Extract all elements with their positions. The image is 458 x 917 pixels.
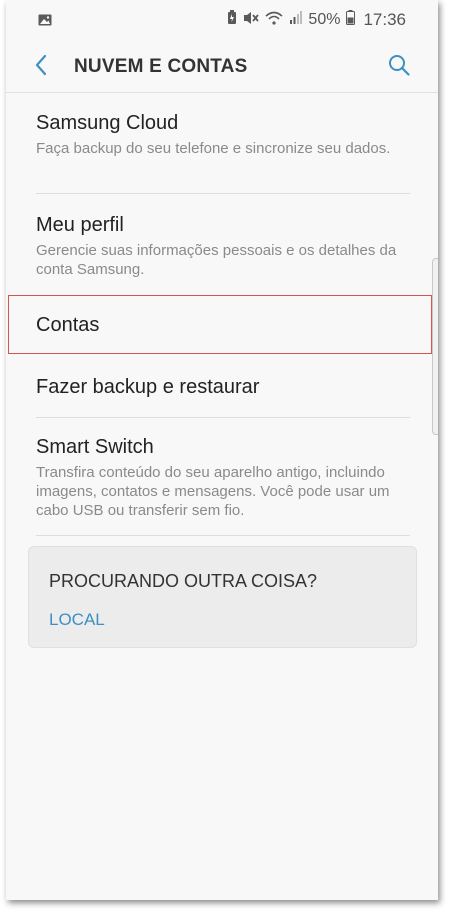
looking-for-something-card: PROCURANDO OUTRA COISA? LOCAL: [28, 546, 417, 648]
battery-percent: 50%: [308, 11, 341, 28]
item-subtitle: Gerencie suas informações pessoais e os …: [36, 242, 397, 278]
signal-icon: [289, 11, 303, 29]
list-item-smart-switch[interactable]: Smart Switch Transfira conteúdo do seu a…: [6, 418, 438, 536]
wifi-icon: [265, 11, 283, 30]
card-title: PROCURANDO OUTRA COISA?: [49, 571, 318, 591]
phone-screen: 50% 17:36 NUVEM E CONTAS Samsung Cloud F…: [6, 0, 438, 900]
gallery-notification-icon: [38, 13, 52, 31]
search-icon: [388, 54, 410, 81]
item-title: Meu perfil: [36, 214, 124, 236]
item-subtitle: Transfira conteúdo do seu aparelho antig…: [36, 464, 390, 519]
list-item-contas[interactable]: Contas: [6, 295, 438, 356]
list-item-meu-perfil[interactable]: Meu perfil Gerencie suas informações pes…: [6, 194, 438, 295]
status-bar: 50% 17:36: [6, 0, 438, 42]
item-title: Samsung Cloud: [36, 112, 179, 134]
back-button[interactable]: [24, 50, 58, 84]
clock: 17:36: [363, 10, 406, 29]
battery-saver-icon: [227, 10, 237, 30]
item-subtitle: Faça backup do seu telefone e sincronize…: [36, 140, 391, 157]
item-title: Fazer backup e restaurar: [36, 375, 260, 398]
back-arrow-icon: [34, 54, 48, 81]
mute-icon: [243, 11, 260, 30]
divider: [36, 535, 410, 536]
item-title: Contas: [36, 314, 100, 336]
list-item-fazer-backup[interactable]: Fazer backup e restaurar: [6, 356, 438, 418]
settings-list: Samsung Cloud Faça backup do seu telefon…: [6, 93, 438, 536]
list-item-samsung-cloud[interactable]: Samsung Cloud Faça backup do seu telefon…: [6, 93, 438, 194]
search-button[interactable]: [382, 50, 416, 84]
page-title: NUVEM E CONTAS: [74, 56, 248, 77]
app-bar: NUVEM E CONTAS: [6, 42, 438, 92]
scrollbar[interactable]: [432, 258, 438, 435]
item-title: Smart Switch: [36, 436, 154, 458]
battery-icon: [346, 10, 356, 30]
local-link[interactable]: LOCAL: [49, 610, 105, 630]
status-icons: 50% 17:36: [227, 10, 406, 30]
